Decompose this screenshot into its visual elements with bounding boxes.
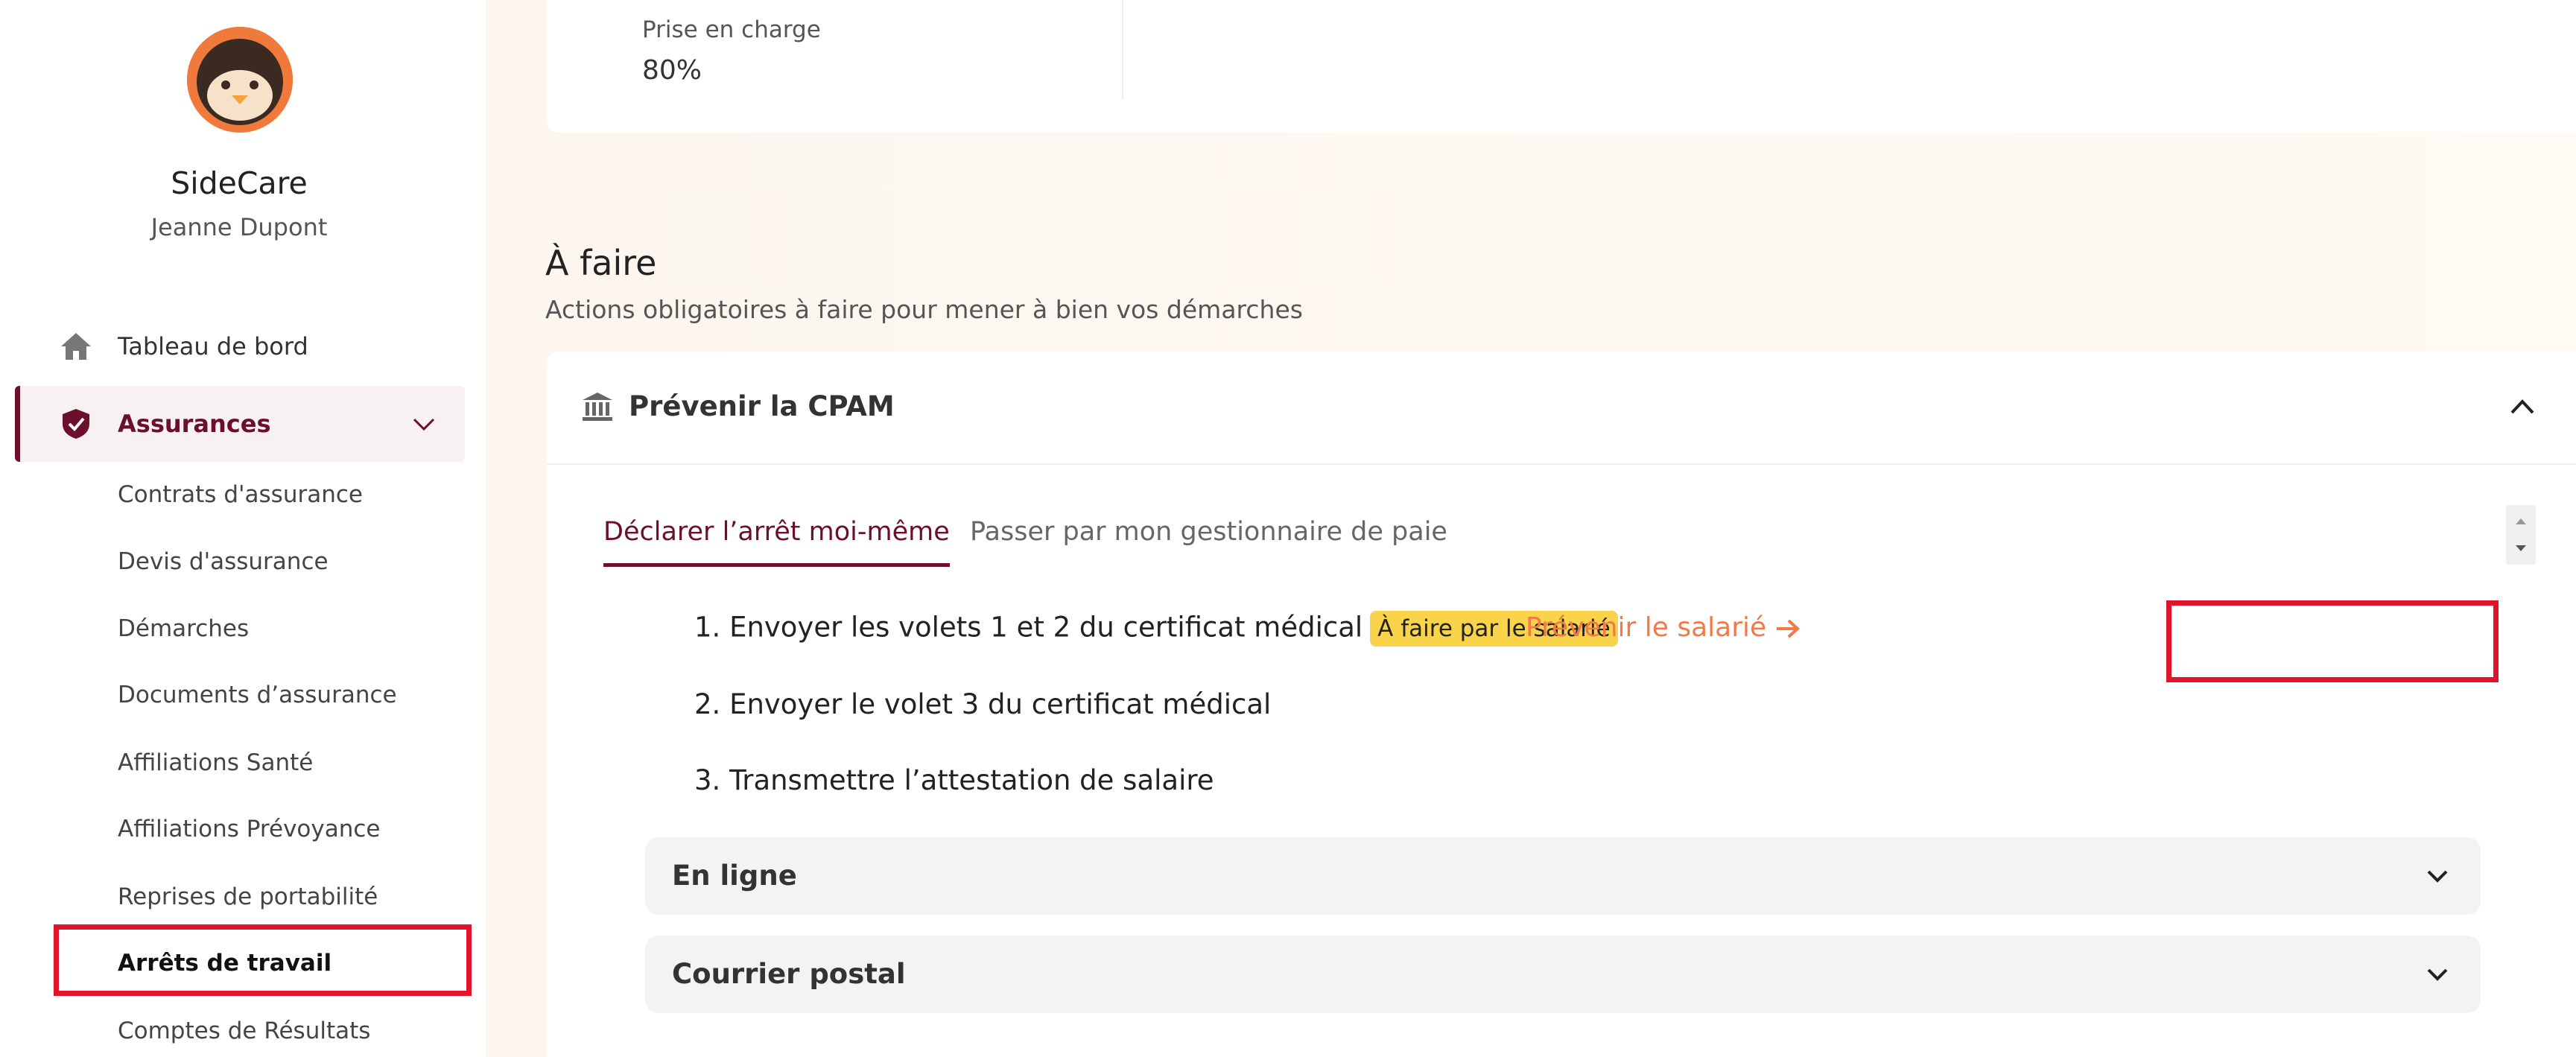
accordion-en-ligne[interactable]: En ligne	[645, 837, 2481, 915]
todo-card-header[interactable]: Prévenir la CPAM	[547, 352, 2576, 465]
sidebar: SideCare Jeanne Dupont Tableau de bord A…	[0, 0, 486, 1057]
prevenir-salarie-label: Prévenir le salarié	[1526, 612, 1767, 643]
sidebar-subitem-affiliations-prevoyance[interactable]: Affiliations Prévoyance	[118, 816, 381, 842]
step-2: 2. Envoyer le volet 3 du certificat médi…	[694, 688, 1272, 720]
sidebar-subitem-arrets-de-travail[interactable]: Arrêts de travail	[118, 950, 331, 977]
sidebar-subitem-comptes-resultats[interactable]: Comptes de Résultats	[118, 1018, 370, 1044]
scroll-control[interactable]	[2506, 505, 2536, 565]
divider	[1122, 0, 1123, 100]
step-1: 1. Envoyer les volets 1 et 2 du certific…	[694, 611, 1618, 647]
sidebar-item-label: Assurances	[118, 410, 271, 438]
chevron-down-icon	[2424, 961, 2451, 988]
accordion-label: En ligne	[672, 860, 797, 892]
sidebar-item-assurances[interactable]: Assurances	[15, 386, 465, 462]
step-1-text: 1. Envoyer les volets 1 et 2 du certific…	[694, 611, 1363, 644]
chevron-down-icon	[2424, 863, 2451, 889]
chevron-down-icon[interactable]	[411, 411, 437, 437]
app-name: SideCare	[171, 165, 308, 201]
step-3: 3. Transmettre l’attestation de salaire	[694, 764, 1214, 796]
tab-gestionnaire-de-paie[interactable]: Passer par mon gestionnaire de paie	[970, 517, 1447, 547]
main-content: Prise en charge 80% À faire Actions obli…	[486, 0, 2576, 1057]
sidebar-subitem-contrats[interactable]: Contrats d'assurance	[118, 481, 363, 508]
prise-en-charge-label: Prise en charge	[642, 16, 821, 43]
sidebar-subitem-demarches[interactable]: Démarches	[118, 615, 249, 642]
arrow-right-icon	[1775, 612, 1801, 643]
section-subtitle: Actions obligatoires à faire pour mener …	[545, 295, 1303, 324]
summary-card: Prise en charge 80%	[547, 0, 2576, 133]
sidebar-subitem-affiliations-sante[interactable]: Affiliations Santé	[118, 749, 313, 776]
todo-card-title: Prévenir la CPAM	[629, 390, 895, 422]
chevron-up-icon[interactable]	[2506, 390, 2539, 423]
tab-declarer-moi-meme[interactable]: Déclarer l’arrêt moi-même	[603, 517, 950, 567]
shield-check-icon	[57, 404, 95, 443]
sidebar-subitem-documents[interactable]: Documents d’assurance	[118, 682, 397, 708]
accordion-label: Courrier postal	[672, 958, 906, 990]
sidebar-subitem-portabilite[interactable]: Reprises de portabilité	[118, 883, 378, 910]
sidebar-item-dashboard[interactable]: Tableau de bord	[15, 308, 465, 384]
accordion-courrier-postal[interactable]: Courrier postal	[645, 936, 2481, 1013]
home-icon	[57, 327, 95, 366]
sidebar-item-label: Tableau de bord	[118, 332, 308, 361]
bank-icon	[581, 390, 614, 423]
penguin-logo-icon	[187, 27, 293, 133]
prevenir-salarie-link[interactable]: Prévenir le salarié	[1526, 612, 1801, 643]
user-name: Jeanne Dupont	[150, 213, 328, 241]
sidebar-subitem-devis[interactable]: Devis d'assurance	[118, 548, 329, 575]
section-title: À faire	[545, 243, 657, 283]
prise-en-charge-value: 80%	[642, 55, 702, 86]
todo-card: Prévenir la CPAM Déclarer l’arrêt moi-mê…	[547, 352, 2576, 1057]
